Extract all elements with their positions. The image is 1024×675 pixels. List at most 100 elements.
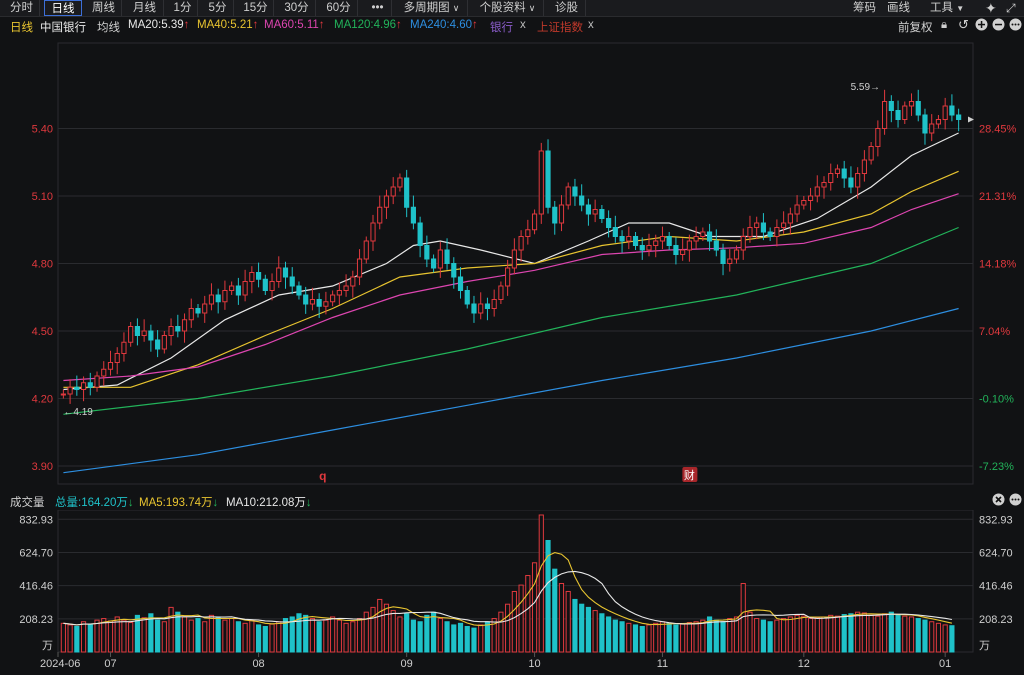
adjust-mode-label[interactable]: 前复权 <box>898 19 933 35</box>
period-tab-monthly[interactable]: 月线 <box>126 0 164 16</box>
volume-bar <box>834 615 841 653</box>
vol-y-tick-label-right: 416.46 <box>979 581 1013 593</box>
period-tab-intraday[interactable]: 分时 <box>4 0 40 16</box>
candle-body <box>653 240 659 246</box>
pct-tick-label: -7.23% <box>979 461 1014 473</box>
x-tick-label: 2024-06 <box>40 658 80 670</box>
candle-body <box>478 303 484 314</box>
period-tab-daily[interactable]: 日线 <box>44 0 82 16</box>
period-tab-weekly[interactable]: 周线 <box>86 0 122 16</box>
volume-bar <box>202 621 208 653</box>
candle-body <box>87 382 93 388</box>
volume-bar <box>942 624 948 653</box>
candle-body <box>195 308 201 314</box>
expand-icon[interactable]: ⤢ <box>1006 0 1016 16</box>
volume-bar <box>336 619 342 653</box>
volume-bar <box>60 622 66 653</box>
candle-body <box>121 341 127 354</box>
volume-bar <box>558 583 565 653</box>
more-periods-button[interactable]: ••• <box>364 0 392 16</box>
volume-bar <box>666 622 672 653</box>
period-tab-1min[interactable]: 1分 <box>168 0 198 16</box>
candle-body <box>673 245 679 255</box>
period-label: 日线 <box>10 22 33 34</box>
more-icon[interactable] <box>1009 493 1022 509</box>
x-tick-label: 07 <box>104 658 116 670</box>
chevron-down-icon: ∨ <box>452 3 460 13</box>
volume-chart[interactable]: 832.93 832.93 624.70 624.70 416.46 416.46 208.… <box>0 510 1024 675</box>
candle-body <box>713 240 719 251</box>
candle-body <box>606 218 612 228</box>
period-tab-5min[interactable]: 5分 <box>202 0 234 16</box>
volume-bar <box>875 615 881 653</box>
period-tab-30min[interactable]: 30分 <box>278 0 316 16</box>
volume-bar <box>882 613 888 653</box>
chips-button[interactable]: 筹码 <box>853 0 876 16</box>
multi-period-button[interactable]: 多周期图 ∨ <box>396 0 468 16</box>
volume-bar <box>673 624 679 653</box>
period-tab-15min[interactable]: 15分 <box>238 0 274 16</box>
ma20-text: MA20:5.39 <box>128 19 184 31</box>
ma-indicator-label[interactable]: 均线 <box>97 19 120 35</box>
volume-bar <box>323 619 329 653</box>
undo-icon[interactable]: ↺ <box>958 17 969 33</box>
candle-body <box>794 204 800 215</box>
candle-body <box>599 209 605 219</box>
candle-body <box>680 249 686 255</box>
ma40-text: MA40:5.21 <box>197 19 253 31</box>
close-icon[interactable]: x <box>588 19 594 31</box>
lock-icon[interactable]: 🔒︎ <box>941 19 947 32</box>
candle-body <box>60 393 66 396</box>
volume-bar <box>855 611 861 653</box>
zoom-out-icon[interactable] <box>992 18 1005 34</box>
zoom-in-icon[interactable] <box>975 18 988 34</box>
volume-bar <box>915 618 921 653</box>
volume-bar <box>511 590 517 653</box>
volume-bar <box>801 615 807 653</box>
close-panel-icon[interactable] <box>992 493 1005 509</box>
volume-bar <box>188 619 194 653</box>
candle-body <box>706 231 713 242</box>
candle-body <box>323 301 329 307</box>
finance-marker: 财 <box>684 468 695 482</box>
close-icon[interactable]: x <box>520 19 526 31</box>
stock-info-button[interactable]: 个股资料 ∨ <box>472 0 544 16</box>
volume-bar <box>841 614 847 653</box>
candle-body <box>431 258 437 269</box>
candle-body <box>538 150 544 215</box>
volume-bar <box>585 606 591 653</box>
candle-body <box>303 294 309 305</box>
compare-index-label[interactable]: 上证指数 <box>537 19 583 35</box>
candle-body <box>107 362 114 370</box>
candle-body <box>686 240 692 251</box>
candle-body <box>888 101 894 111</box>
candle-body <box>848 177 854 188</box>
candle-body <box>828 173 834 183</box>
volume-ma5-text: MA5:193.74万 <box>139 497 213 509</box>
candle-body <box>646 245 652 251</box>
more-icon[interactable] <box>1009 18 1022 34</box>
volume-bar <box>464 626 470 653</box>
candle-body <box>471 303 477 314</box>
tools-button[interactable]: 工具 ▼ <box>930 0 964 16</box>
candle-body <box>767 231 773 237</box>
volume-bar <box>74 626 80 653</box>
period-tab-60min[interactable]: 60分 <box>320 0 358 16</box>
ma120-value: MA120:4.96↑ <box>334 19 402 31</box>
vol-y-tick-label: 416.46 <box>19 581 53 593</box>
vol-unit-label-right: 万 <box>979 640 990 652</box>
indicator-bar: 日线 中国银行 均线 MA20:5.39↑ MA40:5.21↑ MA60:5.… <box>0 17 1024 35</box>
volume-bar <box>155 619 161 653</box>
candle-body <box>760 222 767 233</box>
draw-line-button[interactable]: 画线 <box>887 0 910 16</box>
price-chart[interactable]: 5.40 5.10 4.80 4.50 4.20 3.90 28.45% 21.31% 14.… <box>0 35 1024 490</box>
diagnose-button[interactable]: 诊股 <box>548 0 586 16</box>
volume-bar <box>727 618 733 653</box>
compare-bank-label[interactable]: 银行 <box>490 19 513 35</box>
volume-bar <box>383 603 390 653</box>
candle-body <box>545 150 551 208</box>
volume-bar <box>599 613 605 653</box>
crosshair-icon[interactable]: ✦ <box>985 0 997 16</box>
volume-bar <box>437 618 443 653</box>
candle-body <box>215 294 221 303</box>
